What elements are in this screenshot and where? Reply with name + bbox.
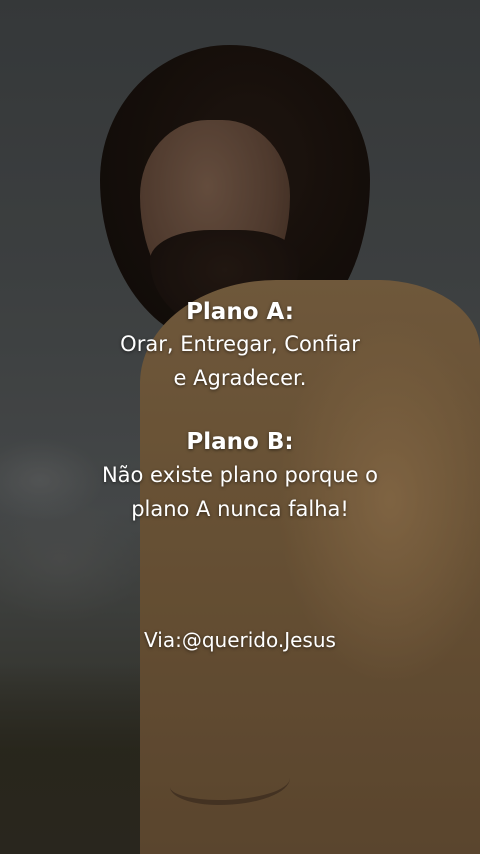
caption-text: Plano A: Orar, Entregar, Confiar e Agrad… — [0, 0, 480, 854]
plan-b-line-2: plano A nunca falha! — [131, 497, 349, 521]
post-canvas: Plano A: Orar, Entregar, Confiar e Agrad… — [0, 0, 480, 854]
plan-b-line-1: Não existe plano porque o — [101, 463, 379, 487]
plan-a-heading: Plano A: — [186, 299, 294, 325]
plan-a-line-2: e Agradecer. — [173, 366, 307, 390]
plan-a-line-1: Orar, Entregar, Confiar — [120, 332, 360, 356]
plan-b-heading: Plano B: — [186, 429, 294, 455]
credit-handle: Via:@querido.Jesus — [144, 628, 336, 652]
